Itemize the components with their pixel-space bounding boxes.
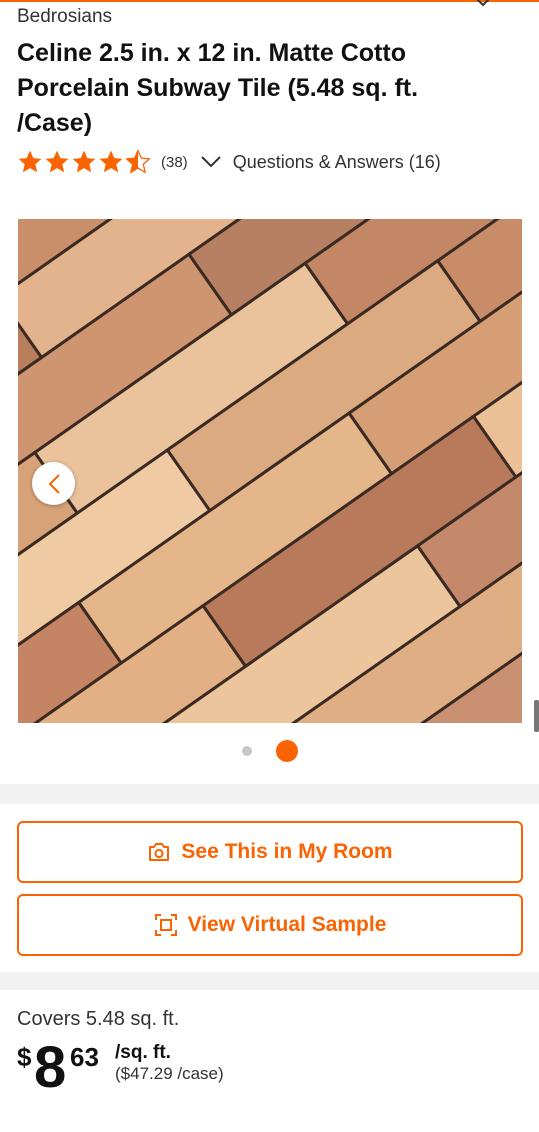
- price-currency: $: [17, 1042, 32, 1072]
- pagination-dot[interactable]: [241, 746, 252, 756]
- virtual-sample-icon: [154, 914, 177, 936]
- review-count[interactable]: (38): [161, 154, 188, 171]
- star-half-icon: [125, 149, 151, 174]
- star-full-icon: [99, 150, 123, 173]
- star-full-icon: [45, 150, 69, 173]
- section-divider: [0, 784, 539, 804]
- star-rating[interactable]: [17, 149, 152, 175]
- star-full-icon: [18, 150, 42, 173]
- camera-icon: [149, 843, 170, 861]
- section-divider: [0, 972, 539, 990]
- price-cents: 63: [70, 1042, 99, 1072]
- star-full-icon: [72, 150, 96, 173]
- scrollbar[interactable]: [534, 700, 539, 732]
- pagination-dot-active[interactable]: [275, 740, 298, 762]
- see-in-my-room-label: See This in My Room: [181, 840, 393, 863]
- top-accent-strip: [0, 0, 539, 2]
- see-in-my-room-button[interactable]: See This in My Room: [17, 821, 523, 883]
- previous-image-button[interactable]: [32, 462, 75, 505]
- gallery-pagination: [0, 740, 539, 762]
- chevron-left-icon: [48, 473, 60, 494]
- brand-name[interactable]: Bedrosians: [17, 6, 112, 28]
- price-per-case: ($47.29 /case): [115, 1064, 224, 1083]
- view-virtual-sample-button[interactable]: View Virtual Sample: [17, 894, 523, 956]
- questions-answers-link[interactable]: Questions & Answers (16): [233, 152, 441, 173]
- chevron-down-icon[interactable]: [200, 155, 222, 169]
- rating-row: (38) Questions & Answers (16): [17, 148, 441, 176]
- price-whole: 8: [34, 1035, 66, 1100]
- product-image[interactable]: [18, 219, 522, 723]
- tile-photo: [18, 219, 522, 723]
- view-virtual-sample-label: View Virtual Sample: [187, 913, 387, 936]
- image-gallery: [0, 200, 539, 784]
- coverage-text: Covers 5.48 sq. ft.: [17, 1008, 180, 1030]
- price-unit: /sq. ft.: [115, 1042, 171, 1063]
- product-title: Celine 2.5 in. x 12 in. Matte Cotto Porc…: [17, 39, 419, 137]
- chevron-down-icon[interactable]: [472, 0, 494, 8]
